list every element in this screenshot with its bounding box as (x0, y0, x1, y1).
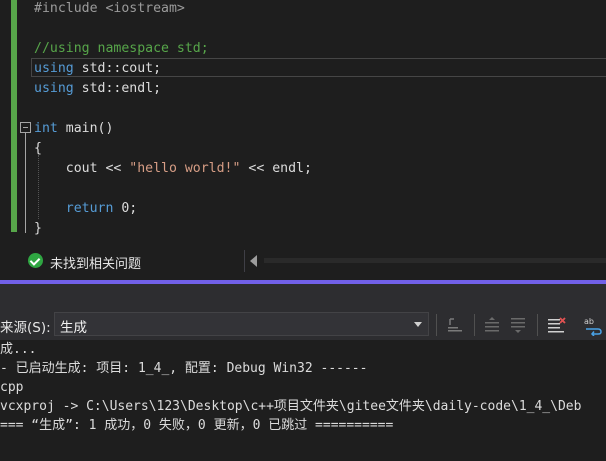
word-wrap-icon[interactable]: ab (582, 314, 604, 336)
toolbar-separator (537, 314, 538, 336)
source-label: 来源(S): (0, 320, 51, 336)
toolbar-separator (474, 314, 475, 336)
code-token: int (34, 121, 58, 136)
code-token: { (34, 141, 42, 156)
code-line[interactable]: { (34, 140, 42, 160)
code-line[interactable]: } (34, 220, 42, 240)
next-message-icon[interactable] (507, 314, 529, 336)
code-line[interactable]: using std::endl; (34, 80, 161, 100)
code-token: main() (57, 121, 114, 136)
status-divider (244, 250, 245, 272)
horizontal-scrollbar[interactable] (264, 258, 606, 263)
output-line: === “生成”: 1 成功，0 失败，0 更新，0 已跳过 =========… (0, 418, 394, 433)
source-dropdown[interactable]: 生成 (54, 312, 429, 336)
code-token: //using namespace std; (34, 41, 209, 56)
code-token: "hello world!" (129, 161, 241, 176)
code-line[interactable]: int main() (34, 120, 113, 140)
code-token: return (65, 201, 114, 216)
code-editor[interactable]: #include <iostream> //using namespace std… (0, 0, 606, 240)
output-line: - 已启动生成: 项目: 1_4_, 配置: Debug Win32 -----… (0, 361, 368, 376)
output-line: 成... (0, 342, 37, 357)
code-token: } (34, 221, 42, 236)
go-to-error-icon[interactable] (444, 314, 466, 336)
check-circle-icon (28, 253, 43, 268)
svg-text:ab: ab (584, 317, 594, 326)
issues-status-text[interactable]: 未找到相关问题 (50, 253, 141, 272)
source-dropdown-value: 生成 (60, 320, 87, 336)
code-token: cout << (34, 161, 130, 176)
code-token: using (34, 81, 74, 96)
code-token: std::cout; (73, 61, 162, 76)
chevron-down-icon (414, 322, 422, 327)
code-line[interactable]: using std::cout; (34, 60, 161, 80)
output-line: vcxproj -> C:\Users\123\Desktop\c++项目文件夹… (0, 399, 582, 414)
output-line: cpp (0, 380, 24, 395)
clear-all-icon[interactable] (545, 314, 567, 336)
code-line[interactable]: #include <iostream> (34, 0, 185, 20)
code-token: #include <iostream> (34, 1, 185, 16)
code-token: << endl; (240, 161, 312, 176)
code-line[interactable]: cout << "hello world!" << endl; (34, 160, 312, 180)
fold-region-line (25, 133, 26, 233)
output-toolbar: 来源(S): 生成 ab (0, 284, 606, 340)
code-token: std::endl; (73, 81, 162, 96)
code-line[interactable]: //using namespace std; (34, 40, 209, 60)
previous-message-icon[interactable] (481, 314, 503, 336)
code-token: using (34, 61, 74, 76)
collapse-icon[interactable] (20, 122, 31, 133)
output-text-area[interactable]: 成... - 已启动生成: 项目: 1_4_, 配置: Debug Win32 … (0, 340, 606, 461)
code-token: 0; (113, 201, 138, 216)
editor-status-bar: 未找到相关问题 (0, 248, 606, 274)
change-tracking-bar (11, 0, 17, 232)
toolbar-separator (436, 314, 437, 336)
scroll-left-icon[interactable] (250, 255, 257, 267)
code-line[interactable]: return 0; (34, 200, 137, 220)
